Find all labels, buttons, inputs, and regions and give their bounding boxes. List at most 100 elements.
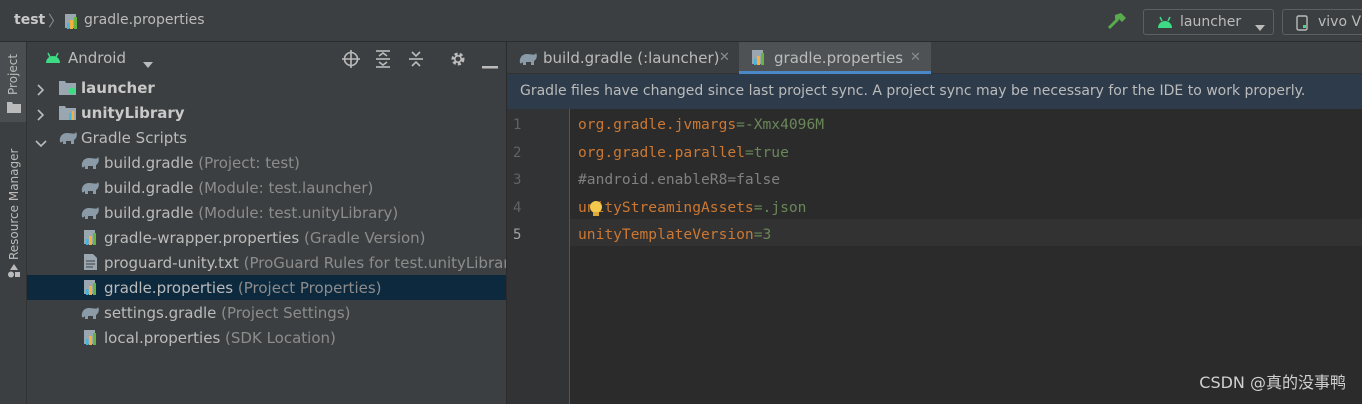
line-number: 5 [513, 227, 522, 243]
code-line[interactable]: unityStreamingAssets=.json [578, 199, 806, 216]
property-key: unityTemplateVersion [578, 226, 754, 243]
chevron-down-icon[interactable] [143, 56, 153, 72]
tree-item-launcher[interactable]: launcher [27, 75, 506, 100]
tree-item-hint: (SDK Location) [225, 329, 336, 347]
tree-item-hint: (Project Properties) [237, 279, 382, 297]
tree-item-gradle-wrapper-properties[interactable]: gradle-wrapper.properties (Gradle Versio… [27, 225, 506, 250]
tree-item-hint: (ProGuard Rules for test.unityLibrary) [243, 254, 506, 272]
tool-window-stripe: Project Resource Manager [0, 42, 27, 404]
property-key: unityStreamingAssets [578, 199, 754, 216]
tab-build-gradle-launcher[interactable]: build.gradle (:launcher) ✕ [507, 42, 738, 74]
property-key: org.gradle.parallel [578, 144, 745, 161]
tree-item-label: Gradle Scripts [81, 129, 187, 147]
collapse-all-icon[interactable] [407, 50, 425, 72]
project-tool-button[interactable]: Project [0, 42, 26, 122]
text-file-icon [84, 254, 97, 274]
run-configuration-label: launcher [1180, 14, 1242, 30]
settings-gear-icon[interactable] [449, 50, 467, 72]
property-separator: = [744, 144, 754, 161]
property-value: true [753, 144, 789, 161]
tree-item-hint: (Module: test.unityLibrary) [198, 204, 399, 222]
properties-file-icon [83, 279, 99, 300]
hide-panel-icon[interactable] [482, 57, 498, 73]
chevron-right-icon[interactable] [37, 82, 45, 100]
folder-icon [7, 101, 21, 117]
device-dropdown[interactable]: vivo V [1282, 9, 1362, 35]
gradle-elephant-icon [80, 205, 100, 224]
run-configuration-dropdown[interactable]: launcher [1143, 9, 1274, 35]
tree-item-label: proguard-unity.txt [104, 254, 239, 272]
editor-tab-bar: build.gradle (:launcher) ✕ gradle.proper… [507, 42, 1362, 74]
line-number: 4 [513, 200, 522, 216]
tree-item-label: build.gradle [104, 179, 194, 197]
project-panel: Android launcher unityLibrary Gradle Scr… [27, 42, 507, 404]
property-separator: = [736, 116, 745, 133]
lightbulb-icon[interactable] [588, 200, 604, 222]
property-separator: = [753, 199, 763, 216]
tree-item-build-gradle-unitylibrary[interactable]: build.gradle (Module: test.unityLibrary) [27, 200, 506, 225]
close-tab-icon[interactable]: ✕ [719, 50, 730, 65]
code-line[interactable]: org.gradle.jvmargs=-Xmx4096M [578, 116, 824, 133]
code-line[interactable]: unityTemplateVersion=3 [578, 226, 771, 243]
breadcrumb-file[interactable]: gradle.properties [84, 12, 205, 28]
tree-item-gradle-properties[interactable]: gradle.properties (Project Properties) [27, 275, 506, 300]
tree-item-label: gradle.properties [104, 279, 234, 297]
tree-item-local-properties[interactable]: local.properties (SDK Location) [27, 325, 506, 350]
tree-item-unitylibrary[interactable]: unityLibrary [27, 100, 506, 125]
gradle-elephant-icon [80, 155, 100, 174]
resource-manager-tool-button[interactable]: Resource Manager [0, 134, 26, 284]
expand-all-icon[interactable] [374, 50, 392, 72]
tree-item-hint: (Project: test) [198, 154, 300, 172]
line-number: 3 [513, 172, 522, 188]
property-value: .json [762, 199, 807, 216]
tab-label: gradle.properties [774, 49, 904, 67]
chevron-down-icon[interactable] [35, 134, 47, 150]
property-key: org.gradle.jvmargs [578, 116, 737, 133]
tab-label: build.gradle (:launcher) [543, 49, 720, 67]
property-separator: = [753, 226, 763, 243]
properties-file-icon [83, 329, 99, 350]
android-icon [1156, 15, 1174, 33]
navigation-bar: test 〉 gradle.properties launcher vivo V [0, 0, 1362, 42]
close-tab-icon[interactable]: ✕ [910, 50, 921, 65]
locate-icon[interactable] [342, 50, 360, 72]
editor-area: build.gradle (:launcher) ✕ gradle.proper… [507, 42, 1362, 404]
gradle-elephant-icon [58, 130, 78, 149]
tree-item-label: settings.gradle [104, 304, 217, 322]
tree-item-label: build.gradle [104, 204, 194, 222]
tree-item-proguard-unity[interactable]: proguard-unity.txt (ProGuard Rules for t… [27, 250, 506, 275]
property-value: 3 [762, 226, 772, 243]
tree-item-hint: (Module: test.launcher) [198, 179, 374, 197]
gradle-elephant-icon [518, 51, 538, 70]
module-folder-icon [59, 80, 77, 99]
tree-item-label: build.gradle [104, 154, 194, 172]
tree-item-settings-gradle[interactable]: settings.gradle (Project Settings) [27, 300, 506, 325]
view-mode-selector[interactable]: Android [68, 49, 126, 67]
properties-file-icon [751, 49, 767, 70]
sync-notification-banner: Gradle files have changed since last pro… [507, 74, 1362, 109]
resource-manager-label: Resource Manager [7, 148, 21, 260]
resource-manager-icon [7, 264, 21, 282]
code-line[interactable]: #android.enableR8=false [578, 171, 780, 188]
comment: #android.enableR8=false [578, 171, 781, 188]
gradle-elephant-icon [80, 305, 100, 324]
tree-item-build-gradle-launcher[interactable]: build.gradle (Module: test.launcher) [27, 175, 506, 200]
line-number: 2 [513, 145, 522, 161]
code-line[interactable]: org.gradle.parallel=true [578, 144, 789, 161]
tab-gradle-properties[interactable]: gradle.properties ✕ [739, 42, 931, 74]
build-hammer-icon[interactable] [1106, 11, 1128, 35]
tree-item-label: local.properties [104, 329, 221, 347]
line-number: 1 [513, 117, 522, 133]
breadcrumb-project[interactable]: test [14, 12, 45, 28]
tree-item-hint: (Project Settings) [221, 304, 351, 322]
tree-item-label: launcher [81, 79, 155, 97]
line-number-gutter: 1 2 3 4 5 [507, 109, 570, 404]
library-folder-icon [59, 105, 77, 124]
tree-item-build-gradle-project[interactable]: build.gradle (Project: test) [27, 150, 506, 175]
sync-notification-text: Gradle files have changed since last pro… [520, 83, 1306, 99]
chevron-right-icon[interactable] [37, 107, 45, 125]
tree-item-gradle-scripts[interactable]: Gradle Scripts [27, 125, 506, 150]
chevron-down-icon [1255, 19, 1265, 35]
phone-icon [1296, 15, 1308, 35]
project-panel-header: Android [27, 42, 507, 74]
